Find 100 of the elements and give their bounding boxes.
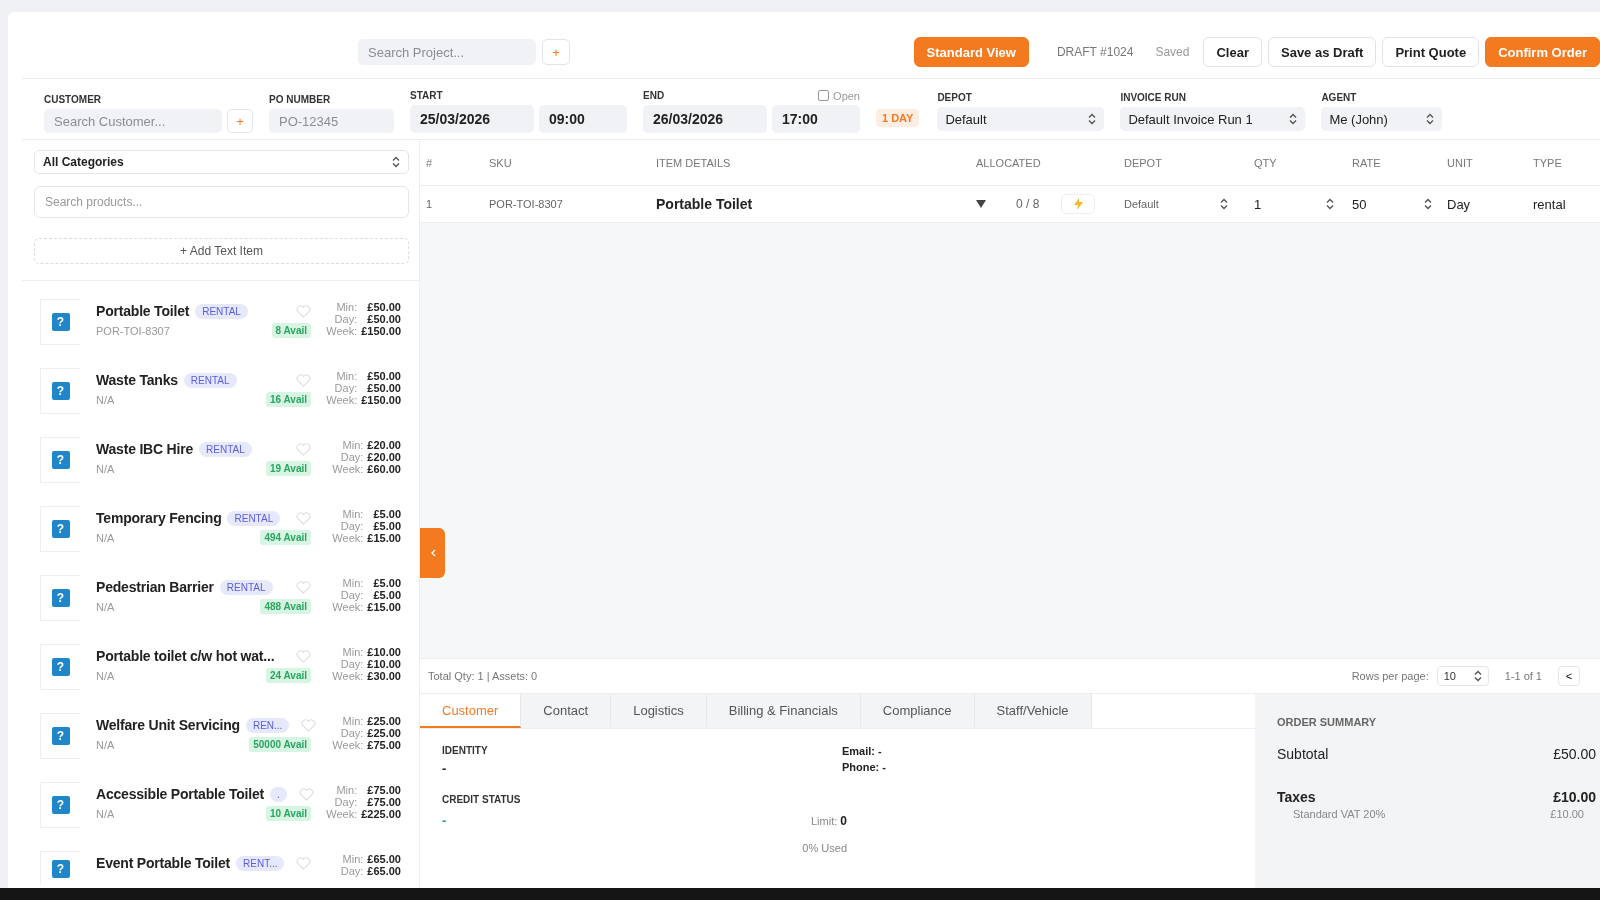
product-item[interactable]: ? Accessible Portable Toilet . N/A 10 Avail Min: £75.00 Day: £75.00 Week: £225.00	[22, 782, 419, 851]
table-cell: rental	[1533, 196, 1566, 212]
toolbar-button[interactable]: Print Quote	[1382, 37, 1480, 67]
po-number-field[interactable]: PO-12345	[269, 109, 394, 133]
product-item[interactable]: ? Waste IBC Hire RENTAL N/A 19 Avail Min: £20.00 Day: £20.00 Week: £60.00	[22, 437, 419, 506]
select-arrows-icon	[1289, 113, 1298, 125]
product-thumbnail: ?	[40, 368, 80, 414]
add-text-item-button[interactable]: + Add Text Item	[34, 238, 409, 264]
product-thumbnail: ?	[40, 299, 80, 345]
product-item[interactable]: ? Waste Tanks RENTAL N/A 16 Avail Min: £50.00 Day: £50.00 Week: £150.00	[22, 368, 419, 437]
product-sku: N/A	[96, 531, 115, 544]
price-label: Day:	[333, 796, 358, 808]
price-value: £50.00	[366, 313, 401, 325]
product-name: Pedestrian Barrier	[96, 579, 214, 595]
price-label: Min:	[341, 853, 364, 865]
time-field[interactable]: 09:00	[539, 105, 627, 133]
rows-per-page-select[interactable]: 10	[1436, 666, 1489, 686]
price-value: £25.00	[367, 727, 401, 739]
heart-icon[interactable]	[298, 787, 314, 801]
availability-badge: 19 Avail	[265, 461, 311, 476]
credit-used-text: 0% Used	[802, 842, 847, 854]
tab[interactable]: Contact	[521, 694, 612, 728]
rental-tag: RENT...	[236, 855, 285, 871]
rate-field[interactable]: 50	[1352, 196, 1438, 212]
time-field[interactable]: 17:00	[772, 105, 860, 133]
lightning-icon	[1073, 198, 1083, 210]
price-label: Min:	[335, 370, 358, 382]
select-arrows-icon	[1088, 113, 1097, 125]
heart-icon[interactable]	[296, 442, 311, 456]
product-item[interactable]: ? Portable Toilet RENTAL POR-TOI-8307 8 Avail Min: £50.00 Day: £50.00 Week: £150.00	[22, 299, 419, 368]
column-header: #	[426, 156, 433, 169]
date-field[interactable]: 26/03/2026	[643, 105, 767, 133]
category-select[interactable]: All Categories	[34, 150, 409, 174]
price-label: Day:	[339, 451, 364, 463]
price-label: Day:	[339, 865, 364, 877]
product-item[interactable]: ? Welfare Unit Servicing REN... N/A 50000 Avail Min: £25.00 Day: £25.00 Week: £75.00	[22, 713, 419, 782]
select-field[interactable]: Default Invoice Run 1	[1120, 107, 1306, 131]
price-value: £30.00	[367, 670, 401, 682]
credit-status-value: -	[442, 813, 447, 828]
rental-tag: RENTAL	[183, 372, 237, 388]
taxes-value: £10.00	[1553, 789, 1596, 805]
price-value: £65.00	[367, 865, 401, 877]
heart-icon[interactable]	[296, 856, 312, 870]
product-sku: N/A	[96, 393, 115, 406]
availability-badge: 16 Avail	[265, 392, 311, 407]
tax-line-value: £10.00	[1550, 808, 1584, 820]
customer-search-field[interactable]: Search Customer...	[44, 109, 222, 133]
toolbar-button[interactable]: Save as Draft	[1268, 37, 1377, 67]
product-name: Waste IBC Hire	[96, 441, 194, 457]
product-item[interactable]: ? Temporary Fencing RENTAL N/A 494 Avail Min: £5.00 Day: £5.00 Week: £15.00	[22, 506, 419, 575]
quantity-field[interactable]: 1	[1254, 196, 1340, 212]
availability-badge: 494 Avail	[260, 530, 311, 545]
select-field[interactable]: Me (John)	[1321, 107, 1443, 131]
subtotal-value: £50.00	[1553, 746, 1596, 762]
depot-select[interactable]: Default	[1124, 198, 1234, 210]
tab[interactable]: Staff/Vehicle	[974, 694, 1092, 728]
rental-tag: REN...	[245, 717, 290, 733]
product-search-field[interactable]: Search products...	[34, 186, 409, 218]
price-label: Day:	[339, 520, 364, 532]
column-header: QTY	[1254, 156, 1277, 169]
limit-label: Limit:	[810, 814, 838, 827]
product-item[interactable]: ? Pedestrian Barrier RENTAL N/A 488 Avail Min: £5.00 Day: £5.00 Week: £15.00	[22, 575, 419, 644]
save-status: Saved	[1155, 45, 1190, 59]
tab[interactable]: Billing & Financials	[706, 694, 861, 728]
price-label: Day:	[333, 382, 358, 394]
price-value: £75.00	[366, 784, 401, 796]
heart-icon[interactable]	[296, 511, 311, 525]
select-field[interactable]: Default	[937, 107, 1105, 131]
collapse-handle[interactable]	[420, 528, 445, 578]
project-search-field[interactable]: Search Project...	[358, 39, 536, 65]
column-header: ITEM DETAILS	[656, 156, 731, 169]
select-arrows-icon	[392, 156, 400, 168]
product-item[interactable]: ? Event Portable Toilet RENT... Min: £65.00 Day: £65.00	[22, 851, 419, 888]
price-value: £225.00	[361, 808, 401, 820]
product-sku: POR-TOI-8307	[96, 324, 170, 337]
open-checkbox[interactable]	[818, 90, 830, 101]
checkbox-label: Open	[833, 89, 860, 102]
draft-number: DRAFT #1024	[1056, 45, 1134, 59]
availability-badge: 10 Avail	[265, 806, 311, 821]
caret-icon[interactable]	[976, 200, 986, 208]
product-sku: N/A	[96, 669, 115, 682]
price-value: £20.00	[367, 439, 401, 451]
product-name: Waste Tanks	[96, 372, 178, 388]
subtotal-label: Subtotal	[1277, 746, 1329, 762]
heart-icon[interactable]	[296, 649, 311, 663]
duration-badge: 1 DAY	[876, 109, 920, 127]
tab[interactable]: Logistics	[611, 694, 707, 728]
rental-tag: .	[270, 786, 287, 802]
previous-page-button[interactable]: <	[1558, 666, 1580, 686]
toolbar-button[interactable]: Clear	[1203, 37, 1262, 67]
tab[interactable]: Compliance	[860, 694, 975, 728]
heart-icon[interactable]	[296, 373, 311, 387]
heart-icon[interactable]	[296, 304, 311, 318]
column-header: TYPE	[1533, 156, 1562, 169]
heart-icon[interactable]	[296, 580, 311, 594]
price-label: Week:	[325, 808, 358, 820]
heart-icon[interactable]	[301, 718, 317, 732]
allocate-button[interactable]	[1061, 194, 1096, 214]
date-field[interactable]: 25/03/2026	[410, 105, 534, 133]
product-item[interactable]: ? Portable toilet c/w hot wat... N/A 24 Avail Min: £10.00 Day: £10.00 Week: £30.00	[22, 644, 419, 713]
